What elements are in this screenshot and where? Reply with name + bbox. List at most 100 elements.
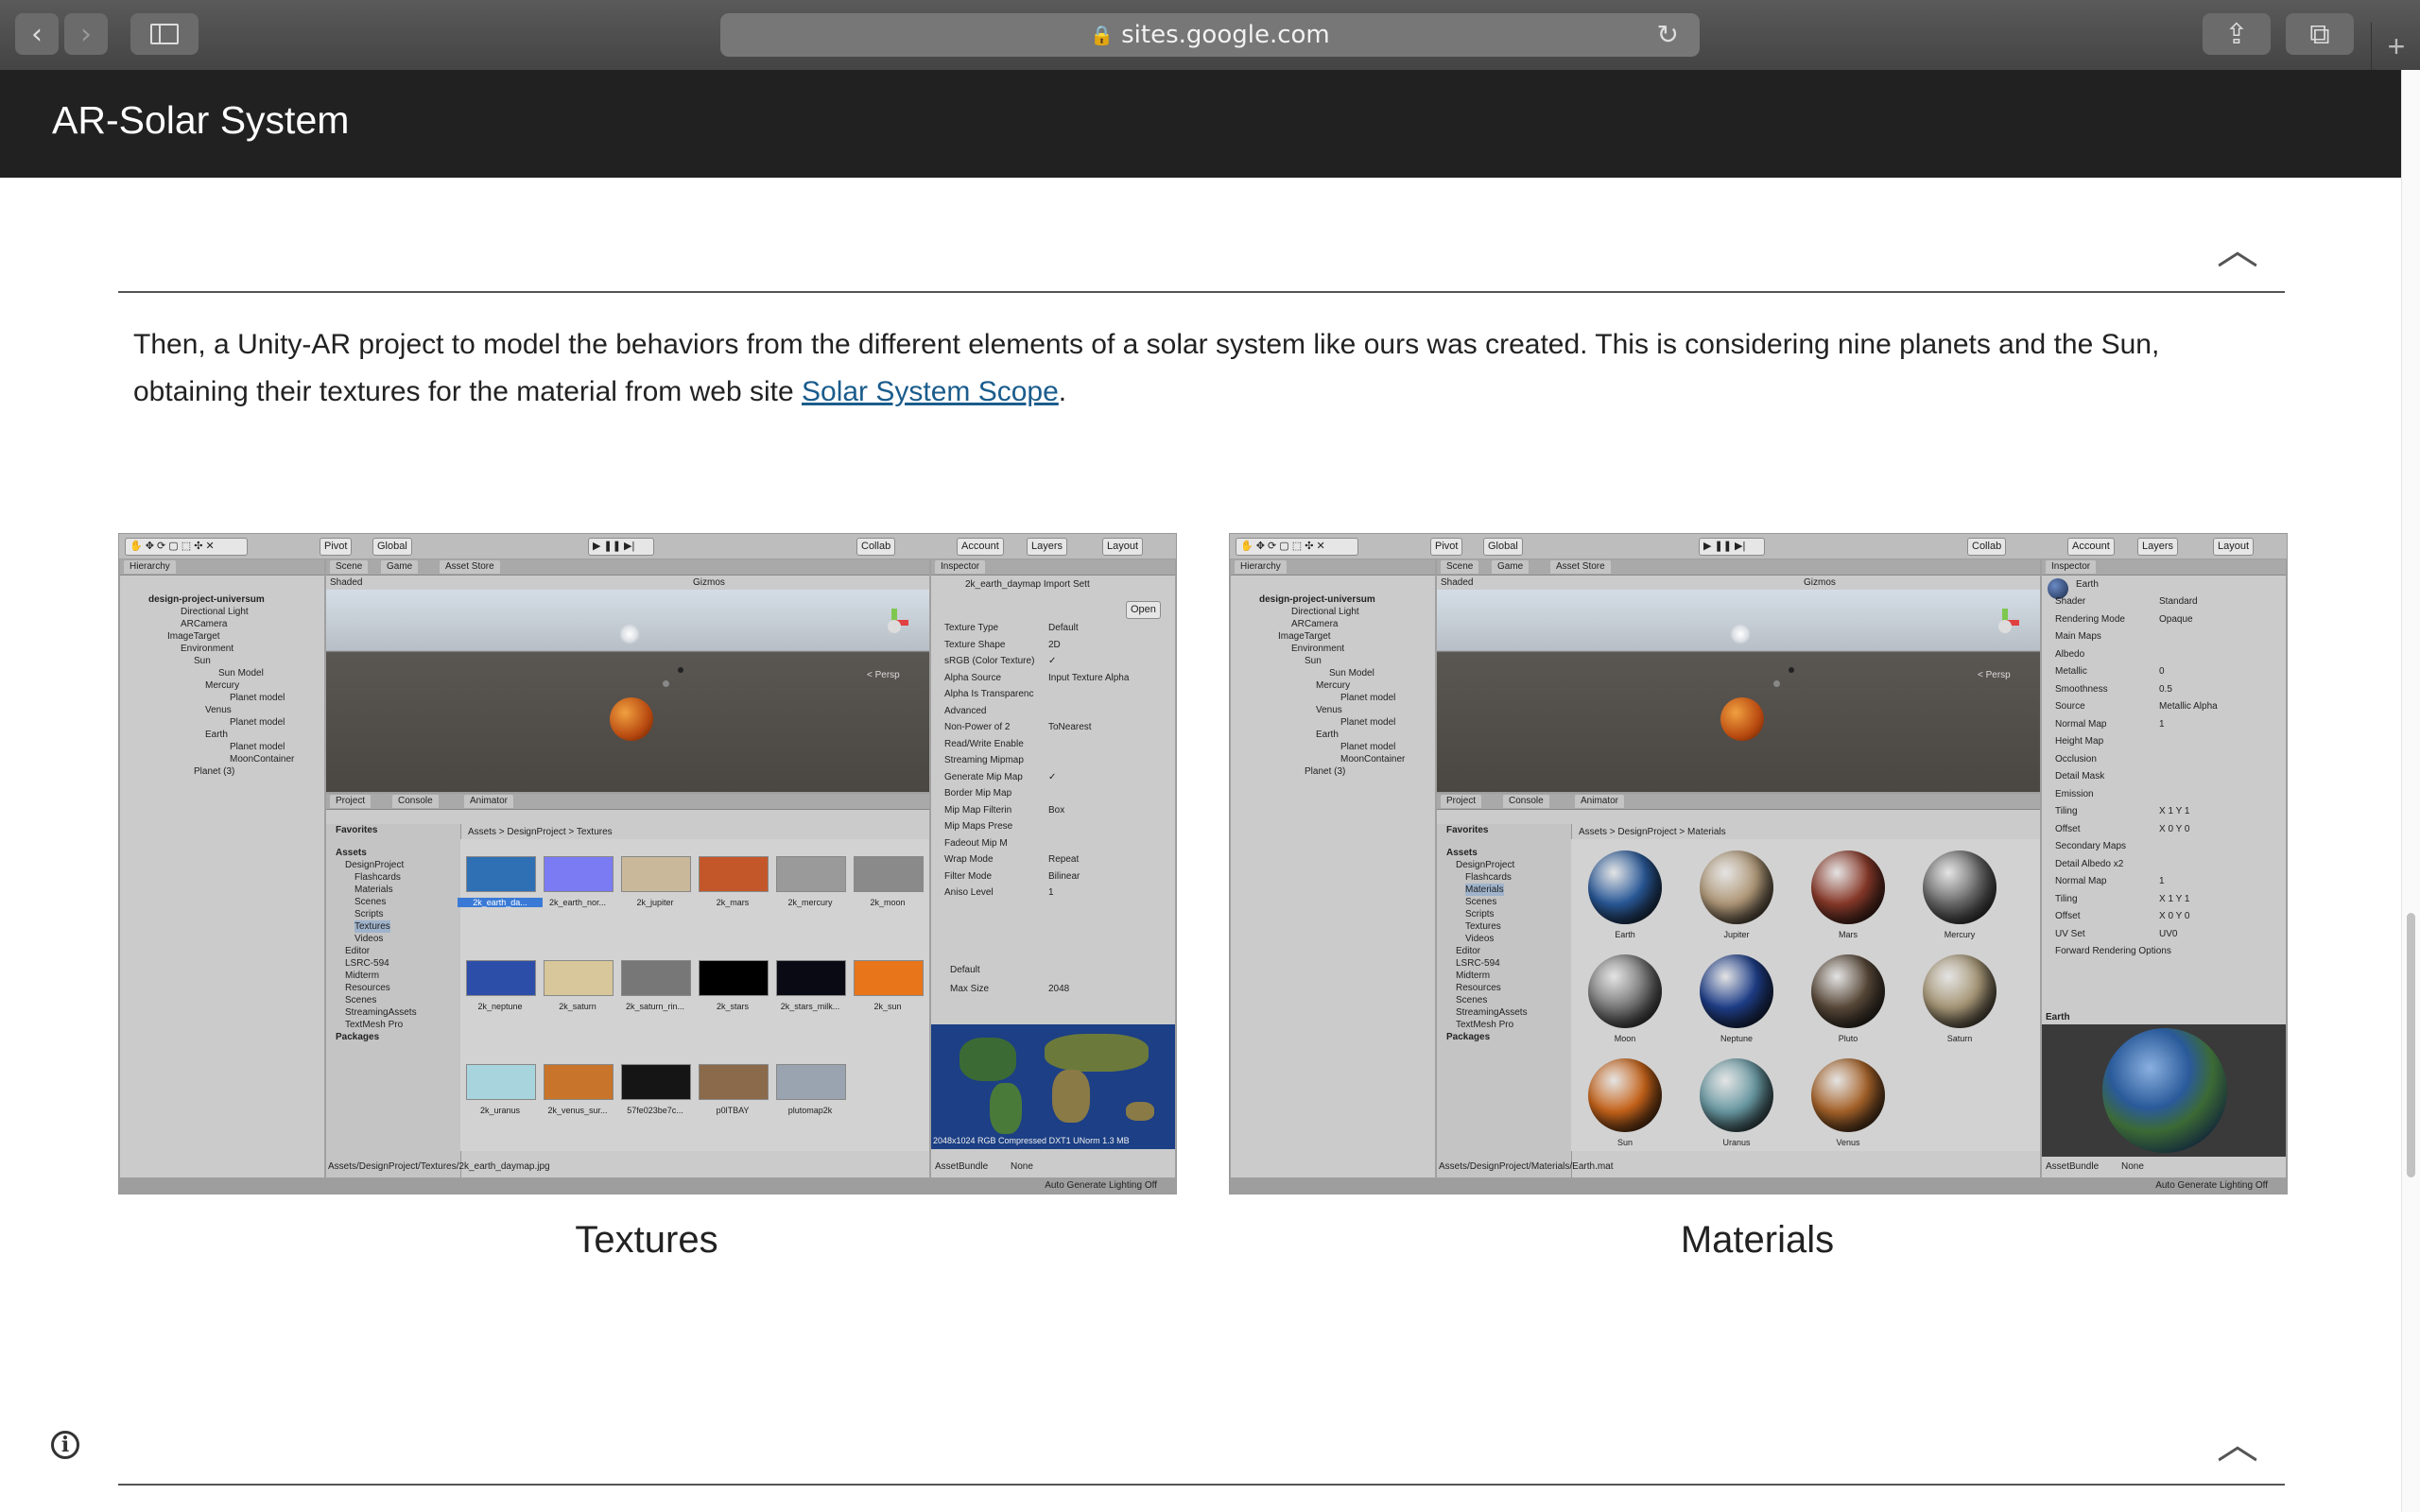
tree-item: Midterm: [1456, 971, 1491, 981]
scrollbar-thumb[interactable]: [2407, 913, 2415, 1177]
new-tab-button[interactable]: +: [2371, 23, 2420, 70]
inspector-prop-value: Input Texture Alpha: [1048, 672, 1130, 683]
project-panel: Project Console Animator Favorites Asset…: [325, 793, 930, 1178]
texture-thumbnail-label: plutomap2k: [787, 1106, 833, 1115]
hierarchy-item: Mercury: [1316, 680, 1351, 691]
planet-dot: [678, 667, 683, 673]
inspector-prop-label: Smoothness: [2055, 683, 2108, 695]
texture-thumbnail: [544, 1064, 614, 1100]
inspector-prop-label: sRGB (Color Texture): [944, 656, 1035, 666]
inspector-prop-label: Read/Write Enable: [944, 738, 1024, 749]
page-scrollbar[interactable]: [2401, 70, 2420, 1512]
material-preview: [2042, 1024, 2286, 1157]
chevron-up-icon[interactable]: ︿: [2214, 1410, 2261, 1470]
tree-item: LSRC-594: [1456, 958, 1500, 969]
account-button: Account: [957, 538, 1004, 556]
hierarchy-root: design-project-universum: [148, 594, 265, 605]
info-icon[interactable]: i: [51, 1431, 79, 1459]
hierarchy-item: ImageTarget: [1278, 631, 1331, 642]
play-controls: ▶ ❚❚ ▶|: [1699, 538, 1765, 556]
game-tab: Game: [1492, 560, 1530, 574]
url-text: sites.google.com: [1121, 21, 1330, 49]
inspector-prop-label: Mip Maps Prese: [944, 821, 1013, 832]
scene-tab: Scene: [330, 560, 369, 574]
open-button: Open: [1126, 601, 1161, 619]
texture-thumbnail: [699, 1064, 769, 1100]
material-sphere: [1588, 1058, 1662, 1132]
gizmos-dropdown: Gizmos: [1804, 577, 1836, 588]
selected-asset-path: Assets/DesignProject/Materials/Earth.mat: [1439, 1161, 1614, 1172]
inspector-prop-label: Non-Power of 2: [944, 722, 1011, 732]
scene-view: < Persp: [326, 590, 929, 792]
material-sphere: [1700, 1058, 1773, 1132]
animator-tab: Animator: [464, 795, 514, 808]
tree-item: Materials: [1465, 884, 1504, 896]
inspector-prop-label: Albedo: [2055, 648, 2085, 660]
texture-thumbnail: [621, 1064, 691, 1100]
texture-thumbnail: [699, 960, 769, 996]
texture-thumbnail-label: 2k_mercury: [787, 898, 833, 907]
texture-thumbnail: [466, 856, 536, 892]
back-button[interactable]: ‹: [15, 13, 59, 55]
chevron-up-icon[interactable]: ︿: [2214, 215, 2261, 276]
inspector-prop-label: Normal Map: [2055, 718, 2107, 730]
inspector-prop-value: ✓: [1048, 656, 1057, 666]
inspector-prop-label: Wrap Mode: [944, 854, 994, 865]
unity-toolbar: ✋ ✥ ⟳ ▢ ⬚ ✣ ✕ Pivot Global ▶ ❚❚ ▶| Colla…: [1230, 534, 2287, 559]
address-bar[interactable]: 🔒 sites.google.com ↻: [720, 13, 1700, 57]
inspector-prop-value: X 1 Y 1: [2159, 893, 2190, 904]
inspector-prop-value: ✓: [1048, 771, 1057, 782]
unity-textures-screenshot: ✋ ✥ ⟳ ▢ ⬚ ✣ ✕ Pivot Global ▶ ❚❚ ▶| Colla…: [118, 533, 1177, 1194]
project-panel: Project Console Animator Favorites Asset…: [1436, 793, 2041, 1178]
inspector-prop-value: Default: [1048, 623, 1079, 633]
texture-thumbnail-label: 2k_mars: [716, 898, 750, 907]
material-sphere-label: Saturn: [1946, 1034, 1973, 1043]
favorites-label: Favorites: [336, 825, 378, 835]
transform-tools: ✋ ✥ ⟳ ▢ ⬚ ✣ ✕: [125, 538, 248, 556]
hierarchy-item: Mercury: [205, 680, 240, 691]
scene-tab: Scene: [1441, 560, 1479, 574]
texture-thumbnail-label: 2k_venus_sur...: [547, 1106, 608, 1115]
tree-item: Scripts: [354, 909, 384, 919]
caption-textures: Textures: [575, 1219, 718, 1261]
tree-item: Packages: [336, 1032, 380, 1042]
inspector-prop-value: Bilinear: [1048, 870, 1080, 882]
layout-button: Layout: [2213, 538, 2255, 556]
hierarchy-item: ARCamera: [181, 619, 228, 629]
planet-dot: [663, 680, 669, 687]
inspector-prop-label: Occlusion: [2055, 753, 2097, 765]
game-tab: Game: [381, 560, 419, 574]
share-button[interactable]: ⇪: [2203, 13, 2271, 55]
inspector-prop-label: Texture Type: [944, 623, 999, 633]
material-sphere-label: Earth: [1615, 930, 1635, 939]
chevron-right-icon: ›: [80, 17, 92, 51]
tree-item: StreamingAssets: [1456, 1007, 1528, 1018]
planet-dot: [1773, 680, 1780, 687]
hierarchy-panel: Hierarchy design-project-universum Direc…: [1230, 558, 1436, 1178]
tree-item: DesignProject: [1456, 860, 1515, 870]
reload-icon[interactable]: ↻: [1657, 19, 1679, 50]
inspector-prop-value: 2D: [1048, 639, 1061, 650]
hierarchy-item: Planet model: [230, 742, 285, 752]
material-sphere: [1588, 850, 1662, 924]
forward-button[interactable]: ›: [64, 13, 108, 55]
inspector-prop-label: Aniso Level: [944, 887, 994, 898]
solar-system-scope-link[interactable]: Solar System Scope: [802, 376, 1059, 407]
scene-gizmo-icon: [880, 609, 908, 637]
hierarchy-item: Directional Light: [1291, 607, 1359, 617]
tree-item: Flashcards: [1465, 872, 1512, 883]
texture-thumbnail-label: p0lTBAY: [716, 1106, 750, 1115]
site-title[interactable]: AR-Solar System: [52, 98, 349, 143]
tabs-button[interactable]: ⧉: [2286, 13, 2354, 55]
sidebar-button[interactable]: [130, 13, 199, 55]
material-sphere: [1811, 850, 1885, 924]
inspector-title: Earth: [2076, 579, 2099, 590]
tree-item: Editor: [1456, 946, 1481, 956]
inspector-prop-label: Generate Mip Map: [944, 771, 1023, 782]
project-tree: Favorites Assets DesignProject Flashcard…: [1437, 824, 1572, 1177]
layers-button: Layers: [2137, 538, 2179, 556]
texture-thumbnail: [854, 856, 924, 892]
material-sphere: [1923, 954, 1996, 1028]
texture-thumbnail-label: 2k_saturn_rin...: [625, 1002, 685, 1011]
inspector-prop-label: Detail Mask: [2055, 771, 2105, 782]
